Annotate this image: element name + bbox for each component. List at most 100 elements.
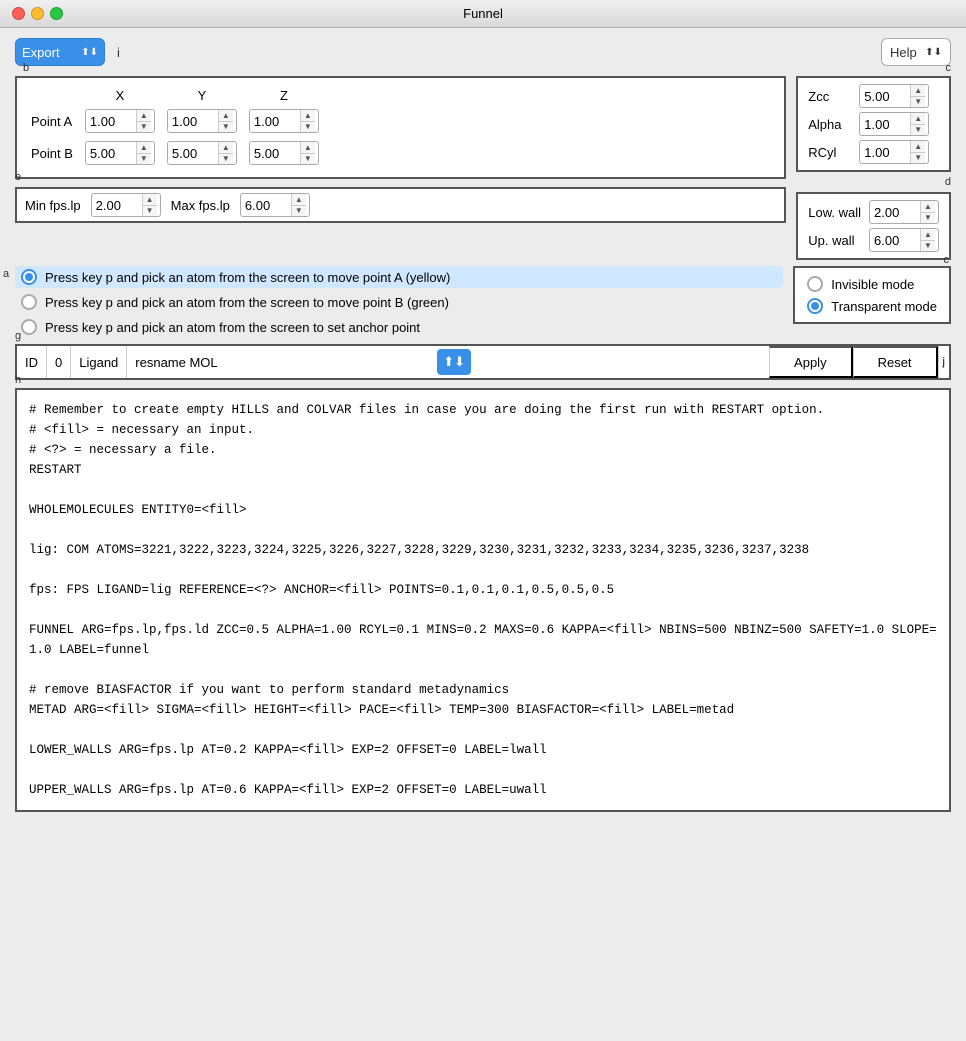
radio-a-indicator[interactable] (21, 269, 37, 285)
point-b-y-input[interactable] (168, 146, 218, 161)
window-controls[interactable] (12, 7, 63, 20)
radio-option-f-row: f Press key p and pick an atom from the … (15, 316, 783, 338)
radio-option-b[interactable]: Press key p and pick an atom from the sc… (15, 291, 783, 313)
radio-f-indicator[interactable] (21, 319, 37, 335)
point-a-x-cell: ▲ ▼ (79, 105, 161, 137)
transparent-mode-row[interactable]: Transparent mode (807, 298, 937, 314)
code-area-wrapper: h # Remember to create empty HILLS and C… (15, 388, 951, 812)
point-b-z-input-wrap: ▲ ▼ (249, 141, 319, 165)
radio-b-indicator[interactable] (21, 294, 37, 310)
point-b-z-down[interactable]: ▼ (301, 154, 315, 165)
low-wall-input-wrap: ▲ ▼ (869, 200, 939, 224)
ligand-bar-wrapper: g ID 0 Ligand resname MOL ⬆⬇ Apply Reset… (15, 344, 951, 380)
resname-select-button[interactable]: ⬆⬇ (437, 349, 471, 375)
point-b-z-cell: ▲ ▼ (243, 137, 325, 169)
up-wall-up[interactable]: ▲ (921, 229, 935, 241)
point-b-x-up[interactable]: ▲ (137, 142, 151, 154)
invisible-mode-radio[interactable] (807, 276, 823, 292)
max-fps-input[interactable] (241, 198, 291, 213)
apply-label: Apply (794, 355, 827, 370)
point-b-z-input[interactable] (250, 146, 300, 161)
zcc-up[interactable]: ▲ (911, 85, 925, 97)
alpha-down[interactable]: ▼ (911, 125, 925, 136)
col-y-header: Y (161, 86, 243, 105)
alpha-up[interactable]: ▲ (911, 113, 925, 125)
radio-options: Press key p and pick an atom from the sc… (15, 266, 783, 338)
radio-option-a[interactable]: Press key p and pick an atom from the sc… (15, 266, 783, 288)
zcc-input[interactable] (860, 89, 910, 104)
point-b-y-up[interactable]: ▲ (219, 142, 233, 154)
point-a-x-input-wrap: ▲ ▼ (85, 109, 155, 133)
resname-value: resname MOL (127, 346, 437, 378)
min-fps-down[interactable]: ▼ (143, 206, 157, 217)
low-wall-input[interactable] (870, 205, 920, 220)
apply-button[interactable]: Apply (769, 346, 853, 378)
table-row: Point A ▲ ▼ (25, 105, 325, 137)
point-b-y-down[interactable]: ▼ (219, 154, 233, 165)
maximize-button[interactable] (50, 7, 63, 20)
rcyl-down[interactable]: ▼ (911, 153, 925, 164)
max-fps-down[interactable]: ▼ (292, 206, 306, 217)
up-wall-input[interactable] (870, 233, 920, 248)
alpha-input[interactable] (860, 117, 910, 132)
max-fps-up[interactable]: ▲ (292, 194, 306, 206)
point-b-y-spinners: ▲ ▼ (218, 142, 233, 164)
low-wall-down[interactable]: ▼ (921, 213, 935, 224)
id-value: 0 (47, 346, 71, 378)
radio-option-f[interactable]: Press key p and pick an atom from the sc… (15, 316, 783, 338)
low-wall-up[interactable]: ▲ (921, 201, 935, 213)
rcyl-input[interactable] (860, 145, 910, 160)
point-a-y-down[interactable]: ▼ (219, 122, 233, 133)
max-fps-label: Max fps.lp (171, 198, 230, 213)
point-a-z-cell: ▲ ▼ (243, 105, 325, 137)
top-bar-left: Export ⬆⬇ i (15, 38, 120, 66)
point-b-z-up[interactable]: ▲ (301, 142, 315, 154)
point-a-label: Point A (25, 105, 79, 137)
min-fps-input[interactable] (92, 198, 142, 213)
minimize-button[interactable] (31, 7, 44, 20)
point-a-x-up[interactable]: ▲ (137, 110, 151, 122)
point-b-x-down[interactable]: ▼ (137, 154, 151, 165)
low-wall-spinners: ▲ ▼ (920, 201, 935, 223)
invisible-mode-row[interactable]: Invisible mode (807, 276, 937, 292)
radio-b-text: Press key p and pick an atom from the sc… (45, 295, 449, 310)
point-b-z-spinners: ▲ ▼ (300, 142, 315, 164)
point-a-x-input[interactable] (86, 114, 136, 129)
point-b-y-cell: ▲ ▼ (161, 137, 243, 169)
ligand-bar: ID 0 Ligand resname MOL ⬆⬇ Apply Reset j (15, 344, 951, 380)
label-e: e (15, 171, 21, 183)
point-a-y-up[interactable]: ▲ (219, 110, 233, 122)
transparent-mode-radio[interactable] (807, 298, 823, 314)
fps-row: Min fps.lp ▲ ▼ Max fps.lp ▲ ▼ (15, 187, 786, 223)
rcyl-label: RCyl (808, 145, 851, 160)
top-bar: Export ⬆⬇ i Help ⬆⬇ (15, 38, 951, 66)
point-a-z-input[interactable] (250, 114, 300, 129)
point-a-y-spinners: ▲ ▼ (218, 110, 233, 132)
point-a-x-down[interactable]: ▼ (137, 122, 151, 133)
alpha-input-wrap: ▲ ▼ (859, 112, 929, 136)
rcyl-spinners: ▲ ▼ (910, 141, 925, 163)
help-button[interactable]: Help ⬆⬇ (881, 38, 951, 66)
rcyl-up[interactable]: ▲ (911, 141, 925, 153)
ligand-label: Ligand (71, 346, 127, 378)
label-j: j (938, 346, 949, 378)
reset-button[interactable]: Reset (853, 346, 938, 378)
up-wall-down[interactable]: ▼ (921, 241, 935, 252)
close-button[interactable] (12, 7, 25, 20)
point-a-z-down[interactable]: ▼ (301, 122, 315, 133)
point-b-x-input[interactable] (86, 146, 136, 161)
help-arrows-icon: ⬆⬇ (925, 47, 942, 58)
point-a-z-up[interactable]: ▲ (301, 110, 315, 122)
export-arrows-icon: ⬆⬇ (81, 47, 98, 58)
point-a-x-spinners: ▲ ▼ (136, 110, 151, 132)
mode-panel: c Invisible mode Transparent mode (793, 266, 951, 324)
invisible-mode-label: Invisible mode (831, 277, 914, 292)
transparent-mode-label: Transparent mode (831, 299, 937, 314)
zcc-down[interactable]: ▼ (911, 97, 925, 108)
up-wall-input-wrap: ▲ ▼ (869, 228, 939, 252)
point-a-y-input[interactable] (168, 114, 218, 129)
label-d: d (796, 176, 951, 188)
up-wall-label: Up. wall (808, 233, 861, 248)
window-title: Funnel (463, 6, 503, 21)
min-fps-up[interactable]: ▲ (143, 194, 157, 206)
